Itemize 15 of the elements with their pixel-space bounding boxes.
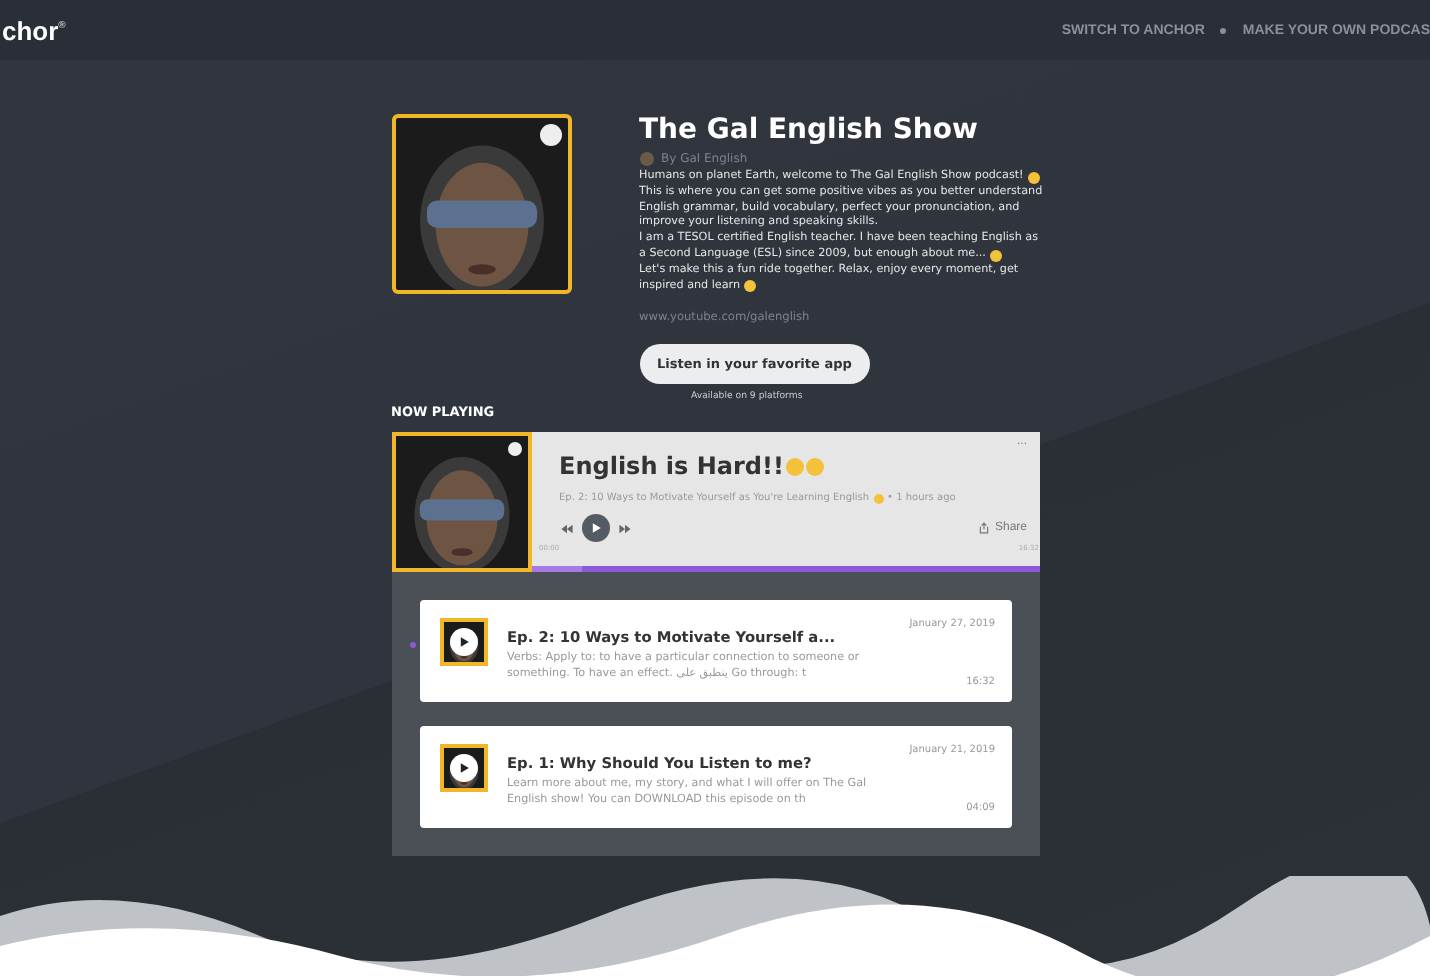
- progress-bar[interactable]: [531, 566, 1039, 573]
- play-icon: [587, 520, 603, 537]
- logo[interactable]: chor: [2, 15, 59, 45]
- play-icon: [455, 634, 471, 651]
- emoji-icon: [873, 493, 884, 504]
- fast-forward-icon[interactable]: [617, 521, 631, 536]
- play-button[interactable]: [449, 754, 477, 783]
- play-icon: [455, 760, 471, 777]
- episode-title: English is Hard!!: [559, 452, 784, 481]
- share-icon: [978, 522, 991, 535]
- play-button[interactable]: [449, 628, 477, 657]
- play-button[interactable]: [581, 514, 609, 543]
- author-avatar: [639, 152, 653, 166]
- podcast-title: The Gal English Show: [639, 114, 980, 146]
- rewind-icon[interactable]: [559, 521, 573, 536]
